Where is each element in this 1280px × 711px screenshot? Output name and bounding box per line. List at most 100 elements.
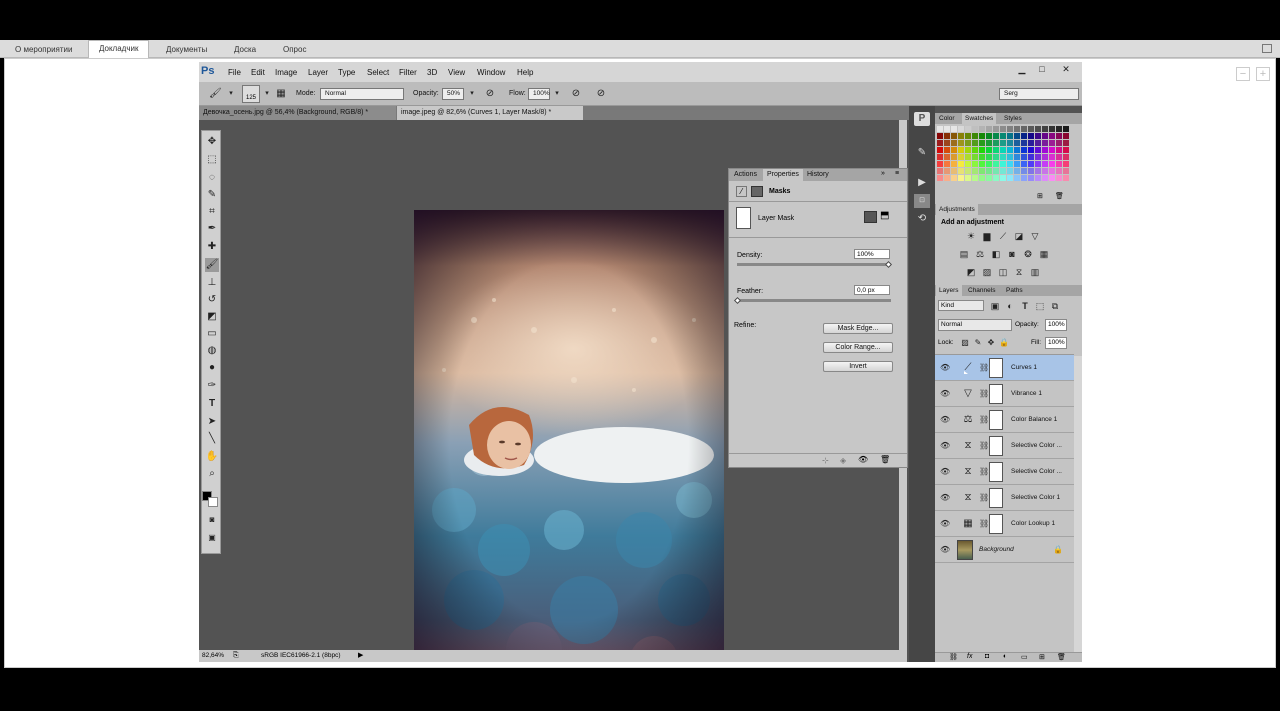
menu-type[interactable]: Type — [338, 68, 355, 77]
menu-3d[interactable]: 3D — [427, 68, 437, 77]
apply-mask-icon[interactable]: ◈ — [840, 456, 846, 465]
color-swatch[interactable] — [1056, 140, 1062, 146]
gradient-map-icon[interactable]: ▥ — [1030, 267, 1040, 277]
lock-pixels-icon[interactable]: ✎ — [973, 338, 983, 348]
color-swatch[interactable] — [993, 154, 999, 160]
posterize-icon[interactable]: ▨ — [982, 267, 992, 277]
path-select-tool-icon[interactable]: ➤ — [205, 415, 219, 429]
color-swatch[interactable] — [944, 126, 950, 132]
panel-menu-icon[interactable]: ≡ — [895, 170, 899, 177]
color-swatch[interactable] — [1035, 140, 1041, 146]
new-group-icon[interactable]: ▭ — [1021, 653, 1028, 661]
pressure-size-icon[interactable]: ⊘ — [595, 88, 607, 100]
color-swatch[interactable] — [965, 168, 971, 174]
zoom-level[interactable]: 82,64% — [202, 650, 224, 662]
doc-tab-image[interactable]: image.jpeg @ 82,6% (Curves 1, Layer Mask… — [397, 106, 583, 120]
lock-all-icon[interactable]: 🔒 — [999, 338, 1009, 348]
tab-channels[interactable]: Channels — [965, 285, 998, 296]
tab-layers[interactable]: Layers — [936, 285, 962, 296]
color-swatch[interactable] — [1014, 175, 1020, 181]
color-swatch[interactable] — [1042, 175, 1048, 181]
color-swatch[interactable] — [965, 161, 971, 167]
quick-mask-icon[interactable]: ◙ — [205, 513, 219, 527]
color-swatch[interactable] — [1021, 168, 1027, 174]
color-balance-adj-icon[interactable]: ⚖ — [975, 249, 985, 259]
vector-mask-icon[interactable]: ⬒ — [880, 210, 889, 221]
color-swatch[interactable] — [1007, 133, 1013, 139]
color-swatch[interactable] — [972, 133, 978, 139]
color-swatch[interactable] — [986, 175, 992, 181]
gradient-tool-icon[interactable]: ▭ — [205, 327, 219, 341]
color-swatch[interactable] — [944, 147, 950, 153]
color-swatch[interactable] — [1000, 168, 1006, 174]
color-swatch[interactable] — [979, 126, 985, 132]
color-range-button[interactable]: Color Range... — [823, 342, 893, 353]
visibility-eye-icon[interactable]: 👁 — [940, 441, 950, 451]
color-swatch[interactable] — [1063, 161, 1069, 167]
color-swatch[interactable] — [986, 168, 992, 174]
color-swatch[interactable] — [1049, 133, 1055, 139]
vibrance-adj-icon[interactable]: ▽ — [1030, 231, 1040, 241]
color-swatch[interactable] — [1049, 161, 1055, 167]
new-layer-icon[interactable]: ⊞ — [1039, 653, 1045, 661]
type-tool-icon[interactable]: T — [205, 397, 219, 411]
color-swatch[interactable] — [1021, 154, 1027, 160]
exposure-icon[interactable]: ◪ — [1014, 231, 1024, 241]
tab-properties[interactable]: Properties — [763, 169, 803, 181]
color-swatch[interactable] — [1007, 126, 1013, 132]
lock-position-icon[interactable]: ✥ — [986, 338, 996, 348]
link-chain-icon[interactable]: ⛓ — [979, 519, 989, 528]
color-swatch[interactable] — [1007, 161, 1013, 167]
color-swatch[interactable] — [1049, 154, 1055, 160]
visibility-eye-icon[interactable]: 👁 — [940, 545, 950, 555]
layer-mask-thumbnail[interactable] — [989, 358, 1003, 378]
color-swatch[interactable] — [1042, 168, 1048, 174]
color-swatch[interactable] — [937, 133, 943, 139]
airbrush-icon[interactable]: ⊘ — [570, 88, 582, 100]
layer-mask-thumbnail[interactable] — [989, 436, 1003, 456]
color-swatch[interactable] — [972, 147, 978, 153]
color-swatch[interactable] — [979, 147, 985, 153]
channel-mixer-icon[interactable]: ❂ — [1023, 249, 1033, 259]
photo-filter-icon[interactable]: ◙ — [1007, 249, 1017, 259]
color-swatch[interactable] — [951, 140, 957, 146]
menu-filter[interactable]: Filter — [399, 68, 417, 77]
brush-size-dropdown-icon[interactable]: ▾ — [261, 88, 273, 100]
color-swatch[interactable] — [972, 140, 978, 146]
color-swatch[interactable] — [972, 168, 978, 174]
color-swatch[interactable] — [1063, 126, 1069, 132]
color-swatch[interactable] — [1049, 147, 1055, 153]
link-chain-icon[interactable]: ⛓ — [979, 441, 989, 450]
color-swatch[interactable] — [1035, 133, 1041, 139]
color-swatch[interactable] — [951, 147, 957, 153]
marquee-tool-icon[interactable]: ⬚ — [205, 153, 219, 167]
hue-sat-icon[interactable]: ▤ — [959, 249, 969, 259]
color-swatch[interactable] — [993, 147, 999, 153]
color-swatch[interactable] — [944, 133, 950, 139]
color-swatch[interactable] — [1000, 161, 1006, 167]
threshold-icon[interactable]: ◫ — [998, 267, 1008, 277]
zoom-tool-icon[interactable]: ⌕ — [205, 467, 219, 481]
color-swatch[interactable] — [965, 147, 971, 153]
layer-row[interactable]: 👁 ⧖ ⛓ Selective Color ... — [935, 433, 1074, 459]
color-swatch[interactable] — [958, 161, 964, 167]
brush-tool-icon[interactable]: 🖌 — [209, 88, 222, 100]
brightness-icon[interactable]: ☀ — [966, 231, 976, 241]
color-swatch[interactable] — [944, 168, 950, 174]
layer-row[interactable]: 👁 ▦ ⛓ Color Lookup 1 — [935, 511, 1074, 537]
color-swatch[interactable] — [1021, 175, 1027, 181]
tab-documents[interactable]: Документы — [155, 41, 218, 58]
delete-mask-icon[interactable]: 🗑 — [880, 455, 890, 464]
color-swatch[interactable] — [1056, 154, 1062, 160]
layer-row[interactable]: 👁 ⧖ ⛓ Selective Color 1 — [935, 485, 1074, 511]
color-swatch[interactable] — [937, 140, 943, 146]
feather-field[interactable]: 0,0 px — [854, 285, 890, 295]
color-swatch[interactable] — [993, 168, 999, 174]
color-swatch[interactable] — [944, 175, 950, 181]
invert-adj-icon[interactable]: ◩ — [966, 267, 976, 277]
swatches-grid[interactable] — [937, 126, 1073, 186]
tab-color[interactable]: Color — [936, 113, 958, 124]
color-swatch[interactable] — [1028, 140, 1034, 146]
color-swatch[interactable] — [937, 154, 943, 160]
color-swatch[interactable] — [1056, 161, 1062, 167]
